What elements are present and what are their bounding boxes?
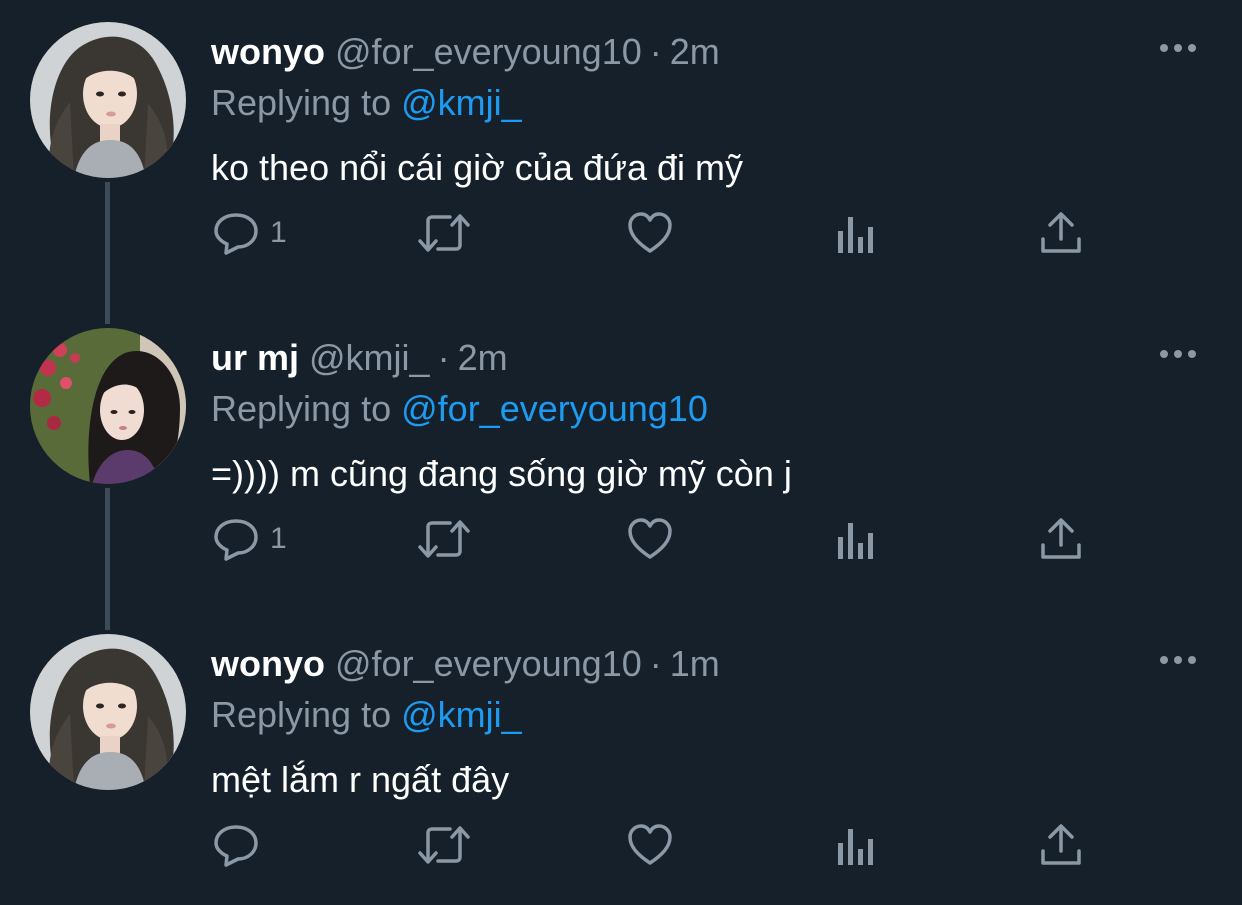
share-button[interactable] xyxy=(1038,205,1084,261)
reply-count: 1 xyxy=(270,216,287,249)
timestamp[interactable]: 2m xyxy=(458,337,508,378)
tweet-actions: 1 xyxy=(0,205,1242,261)
separator-dot: · xyxy=(437,337,450,378)
replying-prefix: Replying to xyxy=(211,694,392,735)
tweet[interactable]: wonyo @for_everyoung10 · 1m Replying to @km… xyxy=(0,612,1242,905)
views-icon xyxy=(838,829,873,865)
retweet-icon xyxy=(418,520,470,558)
share-icon xyxy=(1041,518,1081,559)
retweet-icon xyxy=(418,214,470,252)
separator-dot: · xyxy=(649,643,662,684)
like-button[interactable] xyxy=(626,817,674,873)
tweet[interactable]: wonyo @for_everyoung10 · 2m Replying to @km… xyxy=(0,0,1242,306)
more-icon[interactable] xyxy=(1158,36,1198,60)
like-button[interactable] xyxy=(626,205,674,261)
replying-to-line: Replying to @kmji_ xyxy=(211,81,522,125)
user-handle[interactable]: @for_everyoung10 xyxy=(335,31,642,72)
retweet-icon xyxy=(418,826,470,864)
views-button[interactable] xyxy=(834,205,878,261)
like-icon xyxy=(628,824,672,865)
views-button[interactable] xyxy=(834,817,878,873)
tweet-header: ur mj @kmji_ · 2m xyxy=(211,336,508,380)
tweet-header: wonyo @for_everyoung10 · 2m xyxy=(211,30,720,74)
views-button[interactable] xyxy=(834,511,878,567)
views-icon xyxy=(838,523,873,559)
reply-count: 1 xyxy=(270,522,287,555)
tweet-actions: 1 xyxy=(0,511,1242,567)
profile-photo-icon xyxy=(30,634,186,790)
display-name[interactable]: wonyo xyxy=(211,31,325,72)
reply-mention-link[interactable]: @kmji_ xyxy=(401,694,522,735)
reply-button[interactable]: 1 xyxy=(212,205,287,261)
tweet-thread: wonyo @for_everyoung10 · 2m Replying to @km… xyxy=(0,0,1242,905)
reply-mention-link[interactable]: @kmji_ xyxy=(401,82,522,123)
separator-dot: · xyxy=(649,31,662,72)
tweet-text: ko theo nổi cái giờ của đứa đi mỹ xyxy=(211,147,743,188)
like-icon xyxy=(628,212,672,253)
user-handle[interactable]: @for_everyoung10 xyxy=(335,643,642,684)
timestamp[interactable]: 1m xyxy=(670,643,720,684)
share-icon xyxy=(1041,212,1081,253)
reply-icon xyxy=(214,825,258,867)
avatar[interactable] xyxy=(30,634,186,790)
user-handle[interactable]: @kmji_ xyxy=(309,337,430,378)
retweet-button[interactable] xyxy=(416,205,472,261)
like-button[interactable] xyxy=(626,511,674,567)
tweet[interactable]: ur mj @kmji_ · 2m Replying to @for_everyoun… xyxy=(0,306,1242,612)
profile-photo-icon xyxy=(30,328,186,484)
timestamp[interactable]: 2m xyxy=(670,31,720,72)
reply-icon xyxy=(214,519,258,561)
replying-to-line: Replying to @for_everyoung10 xyxy=(211,387,708,431)
like-icon xyxy=(628,518,672,559)
avatar[interactable] xyxy=(30,328,186,484)
reply-icon xyxy=(214,213,258,255)
reply-button[interactable] xyxy=(212,817,270,873)
replying-prefix: Replying to xyxy=(211,82,392,123)
display-name[interactable]: wonyo xyxy=(211,643,325,684)
reply-button[interactable]: 1 xyxy=(212,511,287,567)
retweet-button[interactable] xyxy=(416,511,472,567)
tweet-text: =)))) m cũng đang sống giờ mỹ còn j xyxy=(211,453,792,494)
reply-mention-link[interactable]: @for_everyoung10 xyxy=(401,388,708,429)
avatar[interactable] xyxy=(30,22,186,178)
replying-prefix: Replying to xyxy=(211,388,392,429)
tweet-text: mệt lắm r ngất đây xyxy=(211,759,510,800)
share-button[interactable] xyxy=(1038,817,1084,873)
tweet-actions xyxy=(0,817,1242,873)
replying-to-line: Replying to @kmji_ xyxy=(211,693,522,737)
more-icon[interactable] xyxy=(1158,342,1198,366)
profile-photo-icon xyxy=(30,22,186,178)
share-icon xyxy=(1041,824,1081,865)
more-icon[interactable] xyxy=(1158,648,1198,672)
share-button[interactable] xyxy=(1038,511,1084,567)
tweet-header: wonyo @for_everyoung10 · 1m xyxy=(211,642,720,686)
display-name[interactable]: ur mj xyxy=(211,337,299,378)
retweet-button[interactable] xyxy=(416,817,472,873)
views-icon xyxy=(838,217,873,253)
